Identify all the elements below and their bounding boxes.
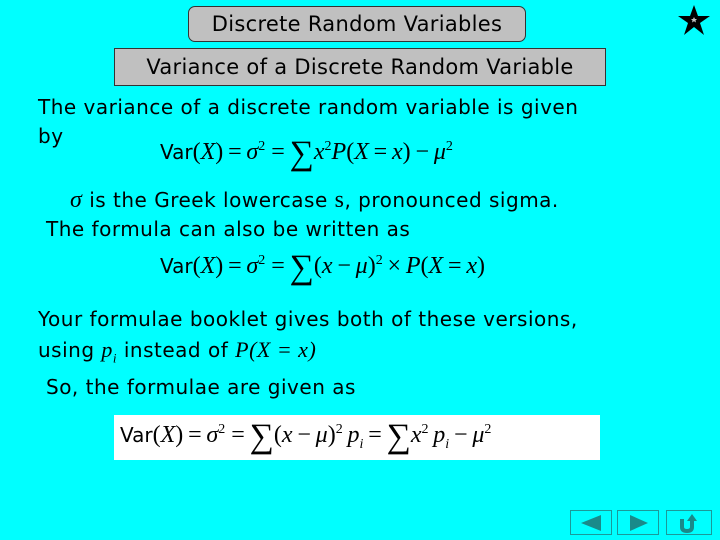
next-slide-button[interactable] — [617, 510, 659, 535]
star-icon[interactable] — [677, 4, 711, 36]
slide-title-text: Discrete Random Variables — [211, 12, 503, 36]
p-i-symbol: pi — [101, 337, 117, 365]
letter-s: s — [334, 187, 345, 213]
booklet-text-line2: using pi instead of P(X = x) — [38, 337, 316, 366]
return-arrow-icon — [680, 513, 697, 533]
intro-text-line2: by — [38, 124, 64, 148]
sigma-note: σ is the Greek lowercase s, pronounced s… — [70, 187, 559, 214]
intro-text-line1: The variance of a discrete random variab… — [38, 95, 579, 119]
return-button[interactable] — [666, 510, 712, 535]
sigma-symbol: σ — [70, 187, 83, 213]
sigma-note-text: is the Greek lowercase — [82, 188, 335, 212]
booklet-middle: instead of — [117, 338, 236, 362]
slide-subtitle-text: Variance of a Discrete Random Variable — [146, 55, 574, 79]
variance-formula-3: Var(X) = σ2 = ∑(x − μ)2 pi = ∑x2 pi − μ2 — [120, 418, 492, 455]
previous-slide-button[interactable] — [570, 510, 612, 535]
also-written-text: The formula can also be written as — [46, 217, 411, 241]
arrow-right-icon — [630, 514, 648, 531]
slide-title: Discrete Random Variables — [188, 6, 526, 42]
slide-subtitle: Variance of a Discrete Random Variable — [114, 48, 606, 86]
variance-formula-1: Var(X) = σ2 = ∑x2P(X = x) − μ2 — [160, 135, 453, 172]
p-letter: p — [101, 337, 113, 362]
so-line-text: So, the formulae are given as — [46, 375, 356, 399]
var-label: Var — [120, 423, 153, 447]
booklet-prefix: using — [38, 338, 102, 362]
variance-formula-2: Var(X) = σ2 = ∑(x − μ)2 × P(X = x) — [160, 249, 486, 286]
booklet-text-line1: Your formulae booklet gives both of thes… — [38, 307, 578, 331]
arrow-left-icon — [581, 514, 601, 531]
sigma-note-text-after: , pronounced sigma. — [344, 188, 559, 212]
p-x-equals-x: P(X = x) — [235, 337, 317, 362]
var-label: Var — [160, 254, 193, 278]
var-label: Var — [160, 140, 193, 164]
